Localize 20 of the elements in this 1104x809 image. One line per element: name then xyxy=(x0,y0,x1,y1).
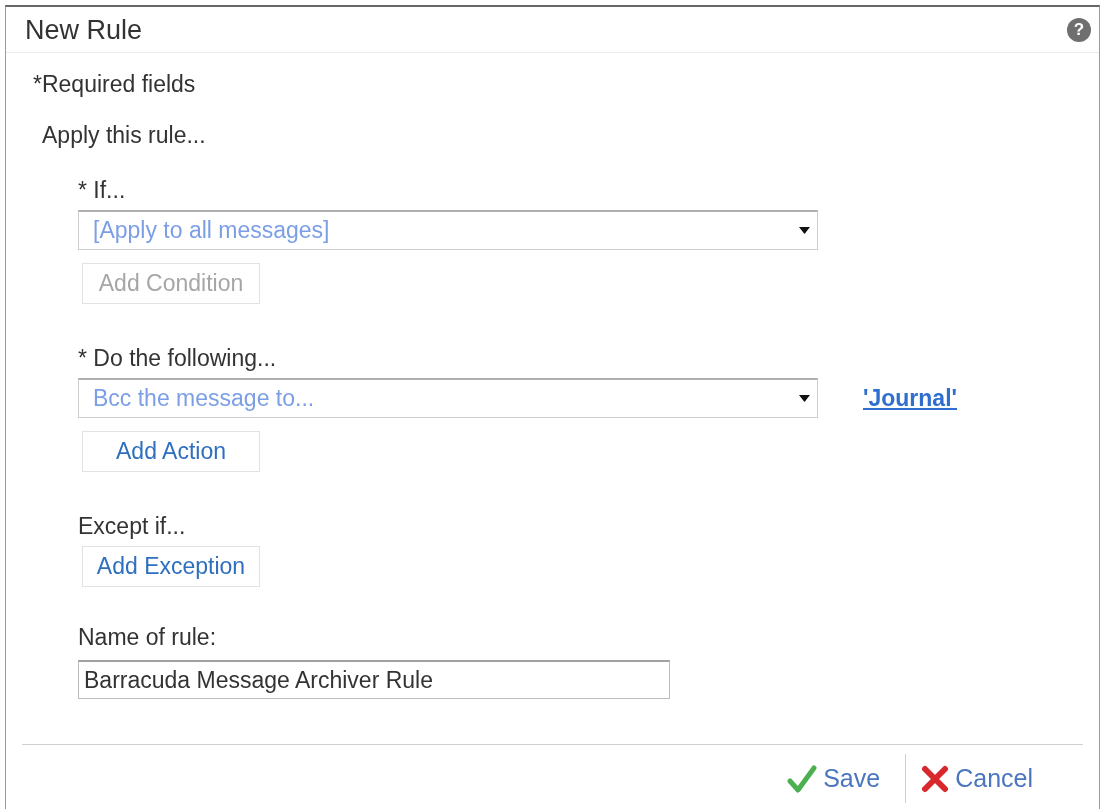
dropdown[interactable]: Bcc the message to... xyxy=(78,378,818,418)
dialog-title: New Rule xyxy=(25,13,143,46)
add-button[interactable]: Add Exception xyxy=(82,546,260,587)
check-icon xyxy=(787,763,818,794)
add-button[interactable]: Add Action xyxy=(82,431,260,472)
cancel-button[interactable]: Cancel xyxy=(921,754,1033,803)
caret-icon xyxy=(799,227,810,234)
dropdown[interactable]: [Apply to all messages] xyxy=(78,210,818,250)
name-input[interactable]: Barracuda Message Archiver Rule xyxy=(78,660,670,699)
field-label: * If... xyxy=(78,176,127,204)
help-button[interactable]: ? xyxy=(1067,17,1091,42)
section-title: Apply this rule... xyxy=(42,121,207,149)
field-label: * Do the following... xyxy=(78,344,278,372)
field-label: Except if... xyxy=(78,512,187,540)
cross-icon xyxy=(921,764,950,793)
target-link[interactable]: 'Journal' xyxy=(863,384,957,412)
save-button[interactable]: Save xyxy=(787,754,881,803)
required-note: *Required fields xyxy=(33,70,197,98)
caret-icon xyxy=(799,395,810,402)
field-label: Name of rule: xyxy=(78,623,218,651)
